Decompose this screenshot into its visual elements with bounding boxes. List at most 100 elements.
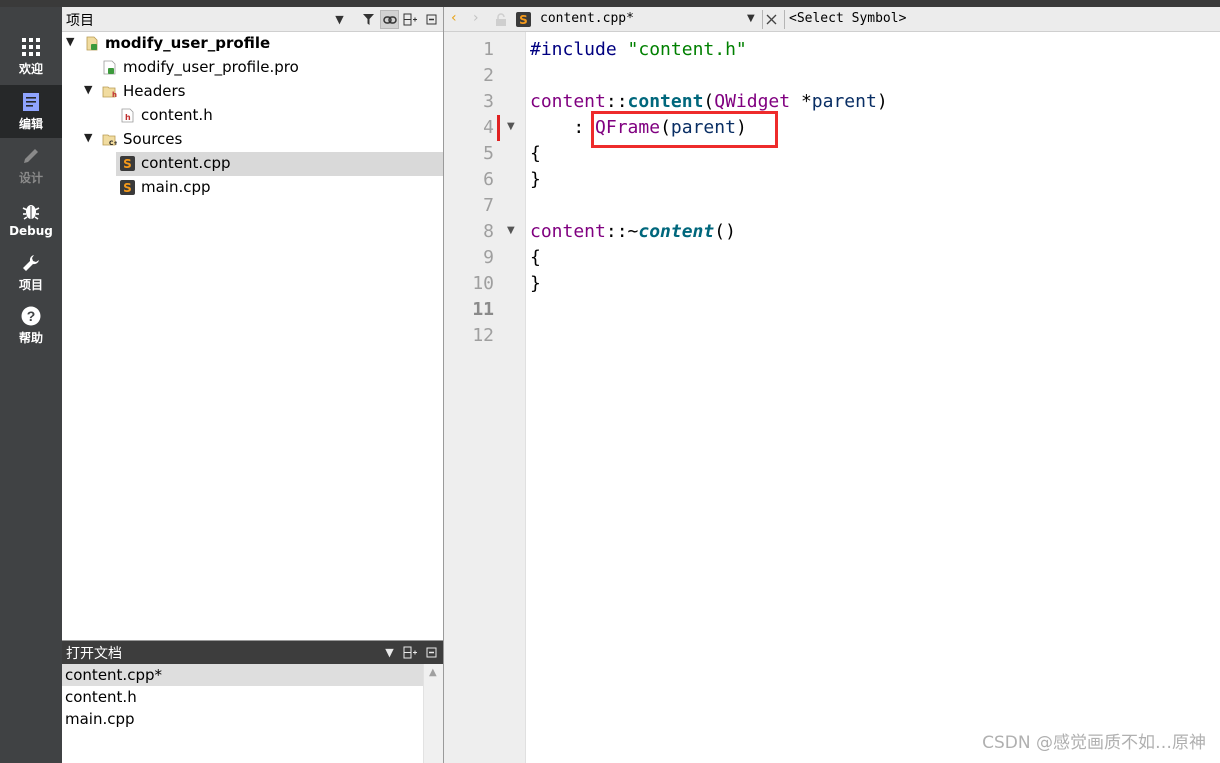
line-number: 2: [483, 65, 494, 86]
destructor-name: content: [638, 221, 715, 242]
code-line-1: #include "content.h": [530, 37, 747, 63]
modified-line-marker: [497, 115, 500, 141]
include-string: "content.h": [627, 39, 747, 60]
class-name: content: [530, 91, 606, 112]
editor-toolbar: ‹ › S content.cpp* ▼ <Select Symbol>: [444, 7, 1220, 32]
mode-label: 设计: [18, 170, 43, 185]
line-number: 6: [483, 169, 494, 190]
qt-project-icon: [86, 36, 98, 51]
mode-label: 欢迎: [18, 61, 43, 76]
toolbar-separator: [784, 10, 785, 29]
mode-design[interactable]: 设计: [0, 139, 62, 192]
fold-arrow-icon[interactable]: ▼: [507, 122, 517, 132]
line-number: 9: [483, 247, 494, 268]
view-dropdown-icon[interactable]: ▼: [380, 643, 399, 662]
tree-item-content-cpp[interactable]: S content.cpp: [116, 152, 443, 176]
folder-headers-icon: h: [102, 86, 117, 99]
tree-item-label: Headers: [123, 82, 186, 100]
toolbar-separator: [351, 10, 357, 29]
tree-item-main-cpp[interactable]: S main.cpp: [62, 176, 443, 200]
fold-arrow-icon[interactable]: ▼: [507, 226, 517, 236]
split-icon[interactable]: [401, 10, 420, 29]
tree-item-sources-folder[interactable]: ▼ C+ Sources: [62, 128, 443, 152]
scroll-up-icon[interactable]: ▲: [429, 667, 437, 678]
svg-text:S: S: [123, 157, 132, 171]
tree-item-label: main.cpp: [141, 178, 211, 196]
scope-operator: ::: [605, 91, 628, 112]
mode-debug[interactable]: Debug: [0, 193, 62, 246]
close-pane-icon[interactable]: [422, 10, 441, 29]
tree-item-label: content.h: [141, 106, 213, 124]
line-number: 1: [483, 39, 494, 60]
tree-item-pro-file[interactable]: modify_user_profile.pro: [62, 56, 443, 80]
highlight-annotation-box: [591, 111, 778, 148]
mode-label: 帮助: [18, 330, 43, 345]
svg-text:?: ?: [27, 308, 36, 324]
open-document-item[interactable]: content.cpp*: [62, 664, 423, 686]
line-number: 8: [483, 221, 494, 242]
watermark-text: CSDN @感觉画质不如…原神: [982, 733, 1206, 753]
mode-label: Debug: [9, 224, 53, 238]
svg-text:h: h: [112, 91, 117, 99]
open-documents-scrollbar[interactable]: ▲: [423, 664, 443, 763]
nav-forward-icon[interactable]: ›: [473, 10, 479, 26]
mode-label: 编辑: [18, 116, 43, 131]
project-panel-header: 项目 ▼: [62, 7, 443, 32]
tree-item-project[interactable]: ▼ modify_user_profile: [62, 32, 443, 56]
tree-item-headers-folder[interactable]: ▼ h Headers: [62, 80, 443, 104]
cpp-file-icon: S: [120, 180, 135, 195]
view-dropdown-icon[interactable]: ▼: [330, 10, 349, 29]
cpp-file-icon: S: [516, 12, 531, 27]
folder-sources-icon: C+: [102, 134, 117, 147]
project-panel: 项目 ▼ ▼ modify_user_profile modify_user_p…: [62, 7, 443, 639]
paren: ): [876, 91, 888, 112]
open-documents-title: 打开文档: [66, 646, 122, 662]
edit-document-icon: [23, 92, 39, 111]
open-document-item[interactable]: main.cpp: [62, 708, 423, 730]
tree-item-label: modify_user_profile: [105, 34, 271, 52]
open-documents-header: 打开文档 ▼: [62, 641, 443, 664]
param-type: QWidget: [714, 91, 791, 112]
code-line-9: {: [530, 247, 541, 268]
nav-back-icon[interactable]: ‹: [451, 10, 457, 26]
tree-item-label: Sources: [123, 130, 183, 148]
line-number: 5: [483, 143, 494, 164]
param-name: parent: [811, 91, 877, 112]
paren: (): [714, 221, 736, 242]
bug-icon: [22, 205, 40, 220]
lock-icon[interactable]: [495, 13, 507, 26]
line-number-gutter: 1 2 3 4 5 6 7 8 9 10 11 12 ▼ ▼: [444, 32, 526, 763]
filter-icon[interactable]: [359, 10, 378, 29]
project-panel-title: 项目: [66, 13, 94, 29]
line-number: 3: [483, 91, 494, 112]
symbol-selector[interactable]: <Select Symbol>: [789, 11, 906, 26]
current-file-name[interactable]: content.cpp*: [540, 11, 634, 26]
line-number: 12: [472, 325, 494, 346]
mode-projects[interactable]: 项目: [0, 246, 62, 299]
constructor-name: content: [627, 91, 704, 112]
current-line-number: 11: [472, 299, 494, 320]
close-file-icon[interactable]: [766, 14, 777, 25]
pointer-operator: *: [790, 91, 812, 112]
chevron-down-icon[interactable]: ▼: [84, 83, 92, 96]
mode-edit[interactable]: 编辑: [0, 85, 62, 138]
tree-item-content-h[interactable]: h content.h: [62, 104, 443, 128]
scope-operator: ::~: [605, 221, 639, 242]
chevron-down-icon[interactable]: ▼: [84, 131, 92, 144]
code-line-8: content::~content(): [530, 219, 736, 245]
line-number: 4: [483, 117, 494, 138]
svg-text:C+: C+: [109, 140, 117, 147]
file-dropdown-icon[interactable]: ▼: [747, 13, 755, 24]
sync-link-icon[interactable]: [380, 10, 399, 29]
qt-creator-window: 欢迎 编辑 设计 Debug 项目 ? 帮助 项目 ▼ ▼ modify_use…: [0, 0, 1220, 763]
chevron-down-icon[interactable]: ▼: [66, 35, 74, 48]
mode-help[interactable]: ? 帮助: [0, 299, 62, 352]
class-name: content: [530, 221, 606, 242]
open-document-item[interactable]: content.h: [62, 686, 423, 708]
wrench-icon: [23, 254, 39, 271]
close-pane-icon[interactable]: [422, 643, 441, 662]
split-icon[interactable]: [401, 643, 420, 662]
project-tree: ▼ modify_user_profile modify_user_profil…: [62, 32, 443, 200]
svg-text:S: S: [123, 181, 132, 195]
mode-welcome[interactable]: 欢迎: [0, 30, 62, 83]
